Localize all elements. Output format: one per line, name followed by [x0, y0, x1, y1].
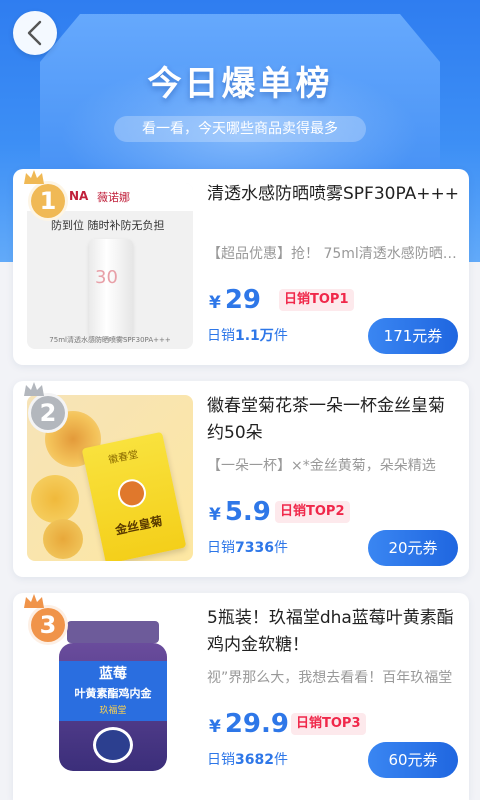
rank-badge: 3 [28, 605, 68, 645]
coupon-button[interactable]: 171元券 [368, 318, 458, 354]
top-tag: 日销TOP2 [275, 501, 350, 523]
product-price: ¥29.9 [209, 709, 289, 739]
jar-label: 蓝莓 叶黄素酯鸡内金 玖福堂 [59, 661, 167, 721]
brand-name: 薇诺娜 [97, 191, 130, 204]
product-title[interactable]: 5瓶装！玖福堂dha蓝莓叶黄素酯鸡内金软糖！ [207, 605, 459, 659]
product-card[interactable]: 蓝莓 叶黄素酯鸡内金 玖福堂 3 5瓶装！玖福堂dha蓝莓叶黄素酯鸡内金软糖！ … [13, 593, 469, 800]
brand-logo: NA [69, 189, 89, 203]
top-tag: 日销TOP1 [279, 289, 354, 311]
crown-icon [24, 382, 44, 396]
flower-image [43, 519, 83, 559]
daily-sales: 日销3682件 [207, 752, 288, 768]
page-title: 今日爆单榜 [147, 64, 333, 104]
image-caption: 75ml清透水感防晒喷雾SPF30PA+++ [49, 336, 171, 344]
rank-badge: 2 [28, 393, 68, 433]
crown-icon [24, 170, 44, 184]
product-card[interactable]: NA 薇诺娜 防到位 随时补防无负担 30 75ml清透水感防晒喷雾SPF30P… [13, 169, 469, 365]
mascot [93, 727, 133, 763]
product-description: 【一朵一杯】×*金丝黄菊，朵朵精选 [207, 458, 436, 474]
product-price: ¥5.9 [209, 497, 271, 527]
jar-lid [67, 621, 159, 643]
coupon-button[interactable]: 20元券 [368, 530, 458, 566]
product-description: 【超品优惠】抢！ 75ml清透水感防晒喷雾 [207, 246, 461, 262]
product-title[interactable]: 徽春堂菊花茶一朵一杯金丝皇菊约50朵 [207, 393, 459, 447]
daily-sales: 日销1.1万件 [207, 328, 288, 344]
image-slogan: 防到位 随时补防无负担 [51, 219, 165, 232]
product-title[interactable]: 清透水感防晒喷雾SPF30PA+++ [207, 181, 459, 208]
gummy-jar: 蓝莓 叶黄素酯鸡内金 玖福堂 [59, 643, 167, 771]
tea-package: 徽春堂 金丝皇菊 [81, 431, 187, 561]
product-card[interactable]: 徽春堂 金丝皇菊 2 徽春堂菊花茶一朵一杯金丝皇菊约50朵 【一朵一杯】×*金丝… [13, 381, 469, 577]
coupon-button[interactable]: 60元券 [368, 742, 458, 778]
daily-sales: 日销7336件 [207, 540, 288, 556]
product-description: 视”界那么大，我想去看看！百年玖福堂 [207, 670, 453, 686]
spray-can: 30 [89, 239, 133, 337]
chevron-left-icon [27, 20, 42, 46]
crown-icon [24, 594, 44, 608]
product-price: ¥29 [209, 285, 262, 315]
flower-image [31, 475, 79, 523]
rank-badge: 1 [28, 181, 68, 221]
page-subtitle: 看一看，今天哪些商品卖得最多 [114, 116, 366, 142]
top-tag: 日销TOP3 [291, 713, 366, 735]
back-button[interactable] [13, 11, 57, 55]
